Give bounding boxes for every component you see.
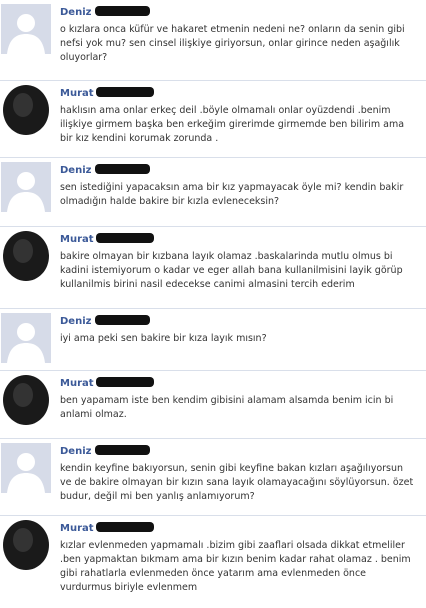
author-name[interactable]: Deniz [60,316,91,327]
message-text: kızlar evlenmeden yapmamalı .bizim gibi … [60,540,411,593]
default-profile-icon [1,313,51,363]
avatar-default[interactable] [1,4,51,54]
message-item: Deniz sen istediğini yapacaksın ama bir … [0,158,426,227]
message-text: bakire olmayan bir kızbana layık olamaz … [60,251,403,290]
avatar-default[interactable] [1,313,51,363]
avatar-photo[interactable] [1,85,51,135]
redacted-surname [96,522,154,532]
profile-photo-icon [1,520,51,570]
message-text: iyi ama peki sen bakire bir kıza layık m… [60,333,267,344]
avatar-photo[interactable] [1,375,51,425]
message-item: Murat ben yapamam iste ben kendim gibisi… [0,371,426,439]
message-text: kendin keyfine bakıyorsun, senin gibi ke… [60,463,414,502]
author-name[interactable]: Deniz [60,7,91,18]
message-item: Murat haklısın ama onlar erkeç deil .böy… [0,81,426,158]
default-profile-icon [1,443,51,493]
author-name[interactable]: Deniz [60,165,91,176]
message-item: Deniz kendin keyfine bakıyorsun, senin g… [0,439,426,516]
author-name[interactable]: Murat [60,378,94,389]
message-text: ben yapamam iste ben kendim gibisini ala… [60,395,394,420]
message-item: Deniz iyi ama peki sen bakire bir kıza l… [0,309,426,371]
redacted-surname [95,164,150,174]
redacted-surname [95,445,150,455]
default-profile-icon [1,4,51,54]
profile-photo-icon [1,85,51,135]
author-name[interactable]: Murat [60,523,94,534]
redacted-surname [96,87,154,97]
avatar-photo[interactable] [1,520,51,570]
message-text: sen istediğini yapacaksın ama bir kız ya… [60,182,404,207]
profile-photo-icon [1,231,51,281]
avatar-photo[interactable] [1,231,51,281]
message-thread: Deniz o kızlara onca küfür ve hakaret et… [0,0,426,608]
redacted-surname [96,377,154,387]
message-text: haklısın ama onlar erkeç deil .böyle olm… [60,105,405,144]
message-item: Murat bakire olmayan bir kızbana layık o… [0,227,426,309]
default-profile-icon [1,162,51,212]
author-name[interactable]: Murat [60,88,94,99]
message-item: Deniz o kızlara onca küfür ve hakaret et… [0,0,426,81]
avatar-default[interactable] [1,162,51,212]
message-text: o kızlara onca küfür ve hakaret etmenin … [60,24,405,63]
profile-photo-icon [1,375,51,425]
redacted-surname [96,233,154,243]
avatar-default[interactable] [1,443,51,493]
author-name[interactable]: Deniz [60,446,91,457]
message-item: Murat kızlar evlenmeden yapmamalı .bizim… [0,516,426,608]
redacted-surname [95,315,150,325]
author-name[interactable]: Murat [60,234,94,245]
redacted-surname [95,6,150,16]
